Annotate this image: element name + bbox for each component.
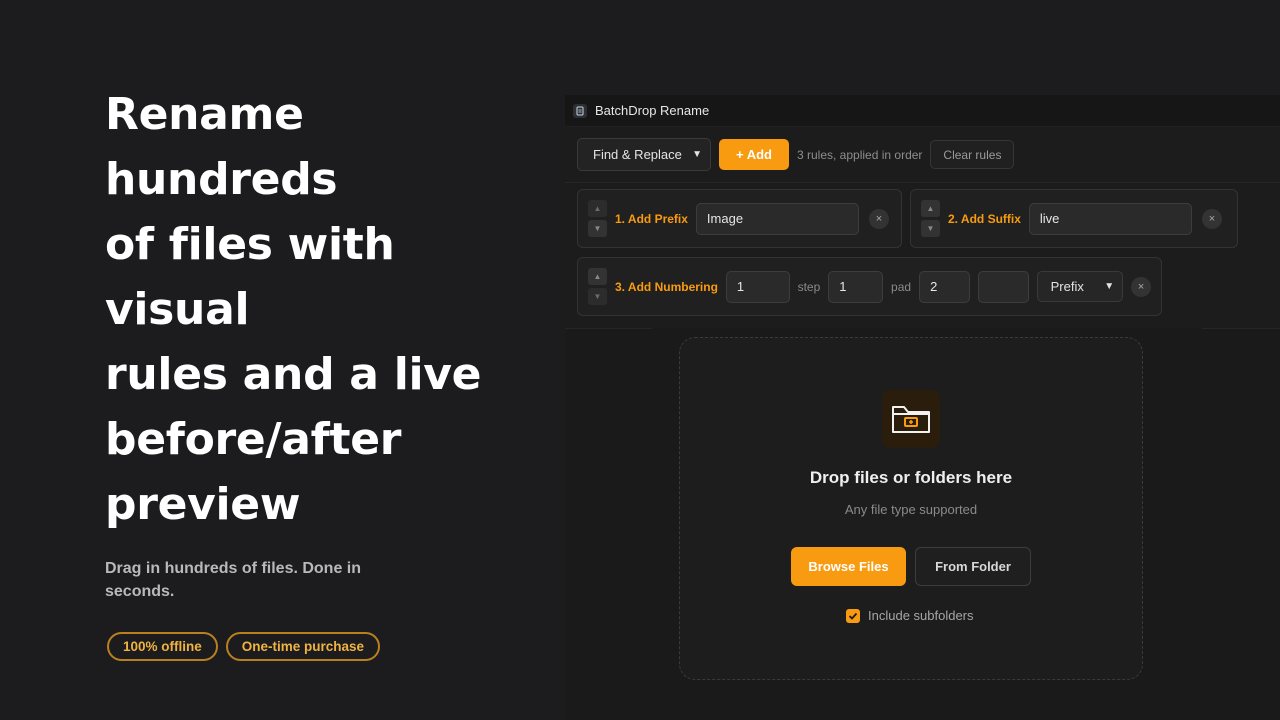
- move-up-icon[interactable]: ▲: [921, 200, 940, 217]
- folder-icon: [882, 390, 940, 448]
- step-input[interactable]: 1: [828, 270, 884, 303]
- rule-name: Add Prefix: [627, 211, 688, 226]
- position-select[interactable]: Prefix ▼: [1036, 271, 1124, 302]
- pad-label: pad: [891, 279, 912, 294]
- hero-section: Rename hundreds of files with visual rul…: [105, 82, 545, 661]
- drop-heading: Drop files or folders here: [809, 468, 1013, 487]
- include-subfolders-option: Include subfolders: [846, 608, 974, 623]
- rule-number: 2.: [948, 211, 959, 226]
- browse-files-button[interactable]: Browse Files: [791, 547, 906, 586]
- remove-rule-icon[interactable]: ×: [1201, 208, 1222, 229]
- window-title: BatchDrop Rename: [595, 103, 710, 118]
- rule-card-numbering: ▲ ▼ 3. Add Numbering 1 step 1 pad 2 Pref…: [577, 257, 1162, 316]
- pad-input[interactable]: 2: [919, 270, 970, 303]
- start-number-input[interactable]: 1: [725, 270, 790, 303]
- step-label: step: [797, 279, 821, 294]
- divider: [652, 328, 1202, 329]
- pill-one-time-purchase: One-time purchase: [225, 632, 381, 661]
- rule-type-value: Find & Replace: [593, 147, 682, 162]
- drop-actions: Browse Files From Folder: [791, 547, 1031, 586]
- rule-number: 3.: [615, 279, 626, 294]
- position-value: Prefix: [1050, 279, 1084, 294]
- headline-line: of files with visual: [105, 219, 395, 335]
- chevron-down-icon: ▼: [692, 149, 702, 160]
- move-up-icon[interactable]: ▲: [588, 200, 607, 217]
- rule-label: 3. Add Numbering: [615, 280, 718, 294]
- remove-rule-icon[interactable]: ×: [1131, 276, 1151, 297]
- include-subfolders-label[interactable]: Include subfolders: [868, 608, 974, 623]
- from-folder-button[interactable]: From Folder: [915, 547, 1031, 586]
- rule-name: Add Numbering: [627, 279, 718, 294]
- headline-line: before/after: [105, 414, 402, 465]
- add-rule-button[interactable]: + Add: [719, 139, 789, 170]
- prefix-input[interactable]: Image: [695, 202, 859, 235]
- headline-line: rules and a live: [105, 349, 482, 400]
- separator-input[interactable]: [977, 270, 1029, 303]
- headline-line: Rename hundreds: [105, 89, 338, 205]
- drop-subtext: Any file type supported: [844, 502, 978, 517]
- pill-offline: 100% offline: [107, 632, 218, 661]
- headline-line: preview: [105, 479, 301, 530]
- move-down-icon[interactable]: ▼: [588, 288, 607, 305]
- hero-headline: Rename hundreds of files with visual rul…: [105, 82, 545, 537]
- rules-list: ▲ ▼ 1. Add Prefix Image × ▲ ▼ 2. Add Suf…: [565, 183, 1280, 329]
- rules-count: 3 rules, applied in order: [797, 147, 923, 162]
- rule-number: 1.: [615, 211, 626, 226]
- chevron-down-icon: ▼: [1104, 281, 1115, 292]
- suffix-input[interactable]: live: [1028, 202, 1192, 235]
- move-up-icon[interactable]: ▲: [588, 268, 607, 285]
- feature-pills: 100% offline One-time purchase: [107, 632, 545, 661]
- clear-rules-button[interactable]: Clear rules: [930, 140, 1015, 169]
- move-down-icon[interactable]: ▼: [921, 220, 940, 237]
- hero-subtext: Drag in hundreds of files. Done in secon…: [105, 560, 362, 600]
- rule-type-select[interactable]: Find & Replace ▼: [577, 138, 711, 171]
- rule-label: 2. Add Suffix: [948, 212, 1021, 226]
- reorder-controls: ▲ ▼: [588, 200, 607, 237]
- move-down-icon[interactable]: ▼: [588, 220, 607, 237]
- app-window: BatchDrop Rename Find & Replace ▼ + Add …: [565, 95, 1280, 720]
- remove-rule-icon[interactable]: ×: [868, 208, 889, 229]
- drop-zone[interactable]: Drop files or folders here Any file type…: [679, 337, 1143, 680]
- rule-card-prefix: ▲ ▼ 1. Add Prefix Image ×: [577, 189, 902, 248]
- rule-label: 1. Add Prefix: [615, 212, 688, 226]
- rule-card-suffix: ▲ ▼ 2. Add Suffix live ×: [910, 189, 1238, 248]
- reorder-controls: ▲ ▼: [921, 200, 940, 237]
- rule-name: Add Suffix: [960, 211, 1021, 226]
- app-icon: [573, 103, 587, 118]
- reorder-controls: ▲ ▼: [588, 268, 607, 305]
- toolbar: Find & Replace ▼ + Add 3 rules, applied …: [565, 127, 1280, 183]
- include-subfolders-checkbox[interactable]: [846, 608, 860, 623]
- title-bar: BatchDrop Rename: [565, 95, 1280, 127]
